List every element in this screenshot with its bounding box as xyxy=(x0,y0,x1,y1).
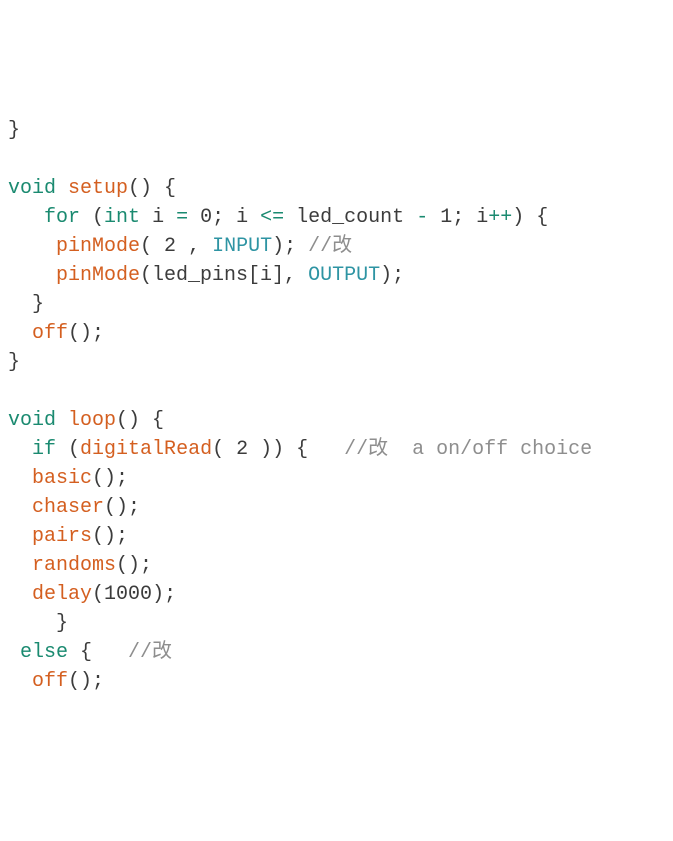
keyword: if xyxy=(32,438,56,461)
indent xyxy=(8,264,56,287)
keyword: int xyxy=(104,206,140,229)
code-block: } void setup() { for (int i = 0; i <= le… xyxy=(0,116,673,696)
code-text: (); xyxy=(116,554,152,577)
code-text: () { xyxy=(128,177,176,200)
indent xyxy=(8,583,32,606)
code-text: ); xyxy=(152,583,176,606)
code-text: (led_pins[i], xyxy=(140,264,308,287)
indent xyxy=(8,235,56,258)
code-text: ( xyxy=(80,206,104,229)
code-text: )) { xyxy=(248,438,344,461)
number: 1000 xyxy=(104,583,152,606)
function-name: off xyxy=(32,670,68,693)
function-name: randoms xyxy=(32,554,116,577)
code-text xyxy=(428,206,440,229)
code-text: (); xyxy=(68,322,104,345)
function-name: chaser xyxy=(32,496,104,519)
indent xyxy=(8,206,44,229)
function-name: pinMode xyxy=(56,235,140,258)
function-name: loop xyxy=(68,409,116,432)
keyword: void xyxy=(8,177,56,200)
indent xyxy=(8,496,32,519)
number: 2 xyxy=(236,438,248,461)
code-text: ) { xyxy=(512,206,596,229)
function-name: pinMode xyxy=(56,264,140,287)
indent xyxy=(8,467,32,490)
code-text: } xyxy=(32,293,44,316)
indent xyxy=(8,438,32,461)
code-text: ( xyxy=(140,235,164,258)
code-text: ; i xyxy=(212,206,260,229)
code-text: ); xyxy=(272,235,308,258)
number: 2 xyxy=(164,235,176,258)
keyword: for xyxy=(44,206,80,229)
keyword: void xyxy=(8,409,56,432)
function-name: setup xyxy=(68,177,128,200)
indent xyxy=(8,641,20,664)
function-name: off xyxy=(32,322,68,345)
operator: = xyxy=(176,206,188,229)
code-text: { xyxy=(68,641,128,664)
code-text: } xyxy=(56,612,68,635)
comment: //改 a on/off choice xyxy=(344,438,592,461)
operator: - xyxy=(416,206,428,229)
function-name: digitalRead xyxy=(80,438,212,461)
code-text: (); xyxy=(104,496,140,519)
code-text: (); xyxy=(68,670,104,693)
code-text: (); xyxy=(92,467,128,490)
code-text: ( xyxy=(212,438,236,461)
indent xyxy=(8,612,56,635)
number: 1 xyxy=(440,206,452,229)
code-text: i xyxy=(140,206,176,229)
code-line: } xyxy=(8,119,20,142)
function-name: delay xyxy=(32,583,92,606)
code-text: ; i xyxy=(452,206,488,229)
indent xyxy=(8,670,32,693)
comment: //改 xyxy=(128,641,172,664)
indent xyxy=(8,525,32,548)
number: 0 xyxy=(200,206,212,229)
code-text: led_count xyxy=(284,206,416,229)
function-name: basic xyxy=(32,467,92,490)
code-text: ( xyxy=(92,583,104,606)
code-text: () { xyxy=(116,409,164,432)
constant: OUTPUT xyxy=(308,264,380,287)
keyword: else xyxy=(20,641,68,664)
code-text xyxy=(56,177,68,200)
indent xyxy=(8,554,32,577)
code-text xyxy=(188,206,200,229)
function-name: pairs xyxy=(32,525,92,548)
comment: //改 xyxy=(308,235,352,258)
operator: ++ xyxy=(488,206,512,229)
indent xyxy=(8,293,32,316)
code-text: } xyxy=(8,351,20,374)
code-text: , xyxy=(176,235,212,258)
code-text xyxy=(56,409,68,432)
operator: <= xyxy=(260,206,284,229)
code-text: (); xyxy=(92,525,128,548)
code-text: ); xyxy=(380,264,404,287)
code-text: ( xyxy=(56,438,80,461)
constant: INPUT xyxy=(212,235,272,258)
indent xyxy=(8,322,32,345)
